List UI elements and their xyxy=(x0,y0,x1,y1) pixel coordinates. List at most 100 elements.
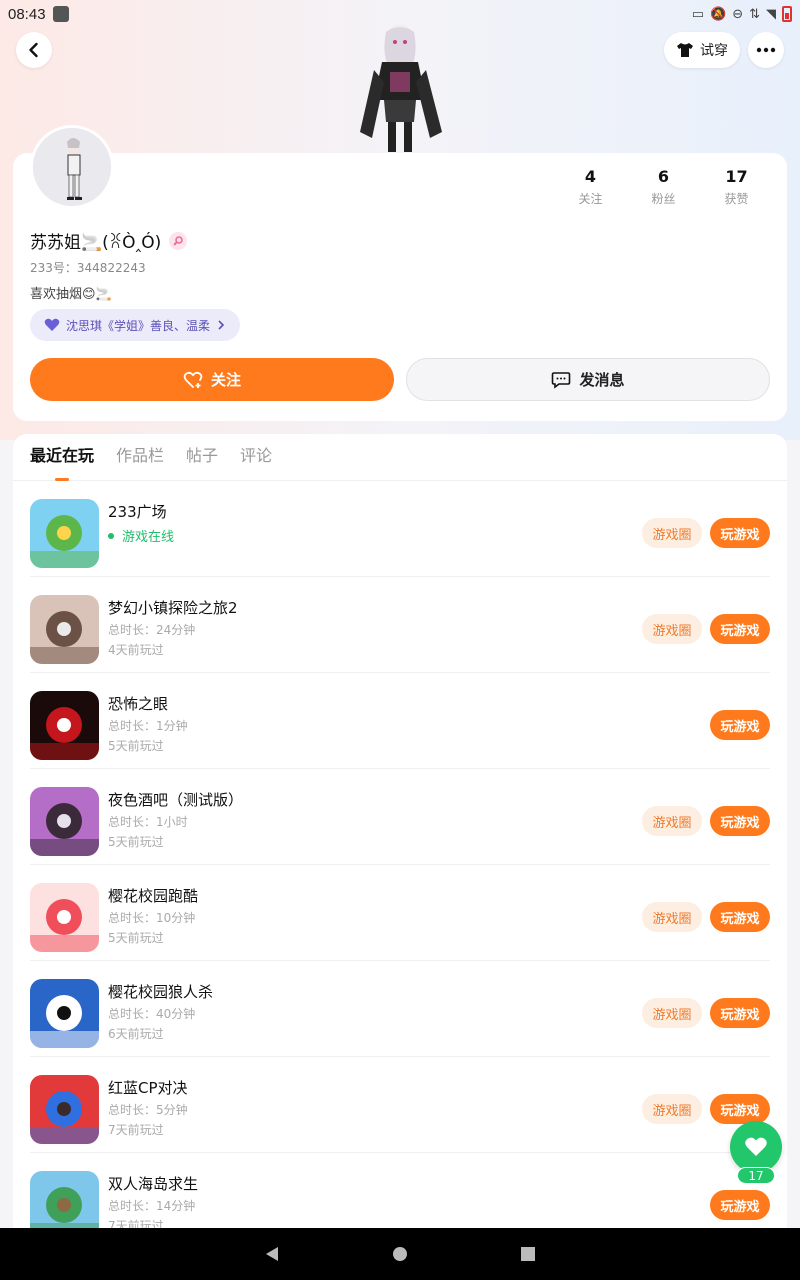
game-row[interactable]: 红蓝CP对决总时长：5分钟 7天前玩过 游戏圈 玩游戏 xyxy=(30,1057,770,1153)
stat-followers[interactable]: 6 粉丝 xyxy=(627,167,700,207)
back-button[interactable] xyxy=(16,32,52,68)
game-row[interactable]: 梦幻小镇探险之旅2 总时长：24分钟 4天前玩过 游戏圈 玩游戏 xyxy=(30,577,770,673)
play-game-button[interactable]: 玩游戏 xyxy=(710,1190,770,1220)
system-nav-bar xyxy=(0,1228,800,1280)
game-info: 樱花校园狼人杀 总时长：40分钟 6天前玩过 xyxy=(108,981,213,1042)
chevron-right-icon xyxy=(218,320,225,330)
game-icon[interactable] xyxy=(30,787,99,856)
nav-home-icon[interactable] xyxy=(391,1245,409,1263)
play-game-button[interactable]: 玩游戏 xyxy=(710,518,770,548)
game-circle-button[interactable]: 游戏圈 xyxy=(642,998,702,1028)
online-label: 游戏在线 xyxy=(122,530,175,545)
play-game-button[interactable]: 玩游戏 xyxy=(710,1094,770,1124)
status-icons: ▭ 🔕 ⊖ ⇅ ◥ xyxy=(692,6,792,22)
game-info: 樱花校园跑酷 总时长：10分钟 5天前玩过 xyxy=(108,885,198,946)
nickname-text: 苏苏姐🚬(ꐦÒ‸Ó) xyxy=(30,233,162,253)
game-row[interactable]: 樱花校园跑酷 总时长：10分钟 5天前玩过 游戏圈 玩游戏 xyxy=(30,865,770,961)
nickname: 苏苏姐🚬(ꐦÒ‸Ó) xyxy=(30,228,188,253)
last-played: 5天前玩过 xyxy=(108,739,164,753)
game-name: 红蓝CP对决 xyxy=(108,1079,188,1097)
avatar-image xyxy=(33,128,111,206)
last-played: 5天前玩过 xyxy=(108,835,164,849)
play-game-button[interactable]: 玩游戏 xyxy=(710,614,770,644)
heart-icon xyxy=(745,1137,767,1156)
game-icon[interactable] xyxy=(30,979,99,1048)
chevron-left-icon xyxy=(29,42,38,58)
role-tag[interactable]: 沈思琪《学姐》善良、温柔 xyxy=(30,309,241,341)
play-game-button[interactable]: 玩游戏 xyxy=(710,902,770,932)
game-icon-art xyxy=(30,499,99,568)
play-duration: 总时长：24分钟 xyxy=(108,623,196,637)
status-time: 08:43 xyxy=(8,5,46,23)
play-game-button[interactable]: 玩游戏 xyxy=(710,710,770,740)
heart-plus-icon xyxy=(183,371,203,388)
game-row[interactable]: 夜色酒吧（测试版） 总时长：1小时 5天前玩过 游戏圈 玩游戏 xyxy=(30,769,770,865)
game-icon[interactable] xyxy=(30,1075,99,1144)
game-row[interactable]: 233广场游戏在线 游戏圈 玩游戏 xyxy=(30,481,770,577)
game-row[interactable]: 恐怖之眼 总时长：1分钟 5天前玩过 玩游戏 xyxy=(30,673,770,769)
more-options-button[interactable] xyxy=(748,32,784,68)
last-played: 5天前玩过 xyxy=(108,931,164,945)
online-dot-icon xyxy=(108,532,114,539)
play-game-button[interactable]: 玩游戏 xyxy=(710,806,770,836)
last-played: 4天前玩过 xyxy=(108,643,164,657)
game-name: 梦幻小镇探险之旅2 xyxy=(108,599,238,617)
game-row[interactable]: 双人海岛求生 总时长：14分钟 7天前玩过 玩游戏 xyxy=(30,1153,770,1234)
last-played: 6天前玩过 xyxy=(108,1027,164,1041)
game-icon-art xyxy=(30,787,99,856)
game-icon-art xyxy=(30,1171,99,1234)
like-fab-button[interactable] xyxy=(730,1121,782,1173)
avatar[interactable] xyxy=(30,125,114,209)
role-tag-label: 沈思琪《学姐》善良、温柔 xyxy=(66,318,211,333)
game-circle-button[interactable]: 游戏圈 xyxy=(642,1094,702,1124)
play-duration: 总时长：5分钟 xyxy=(108,1103,188,1117)
stat-number: 6 xyxy=(657,167,670,186)
game-icon[interactable] xyxy=(30,1171,99,1234)
nav-back-icon[interactable] xyxy=(263,1245,281,1263)
game-row[interactable]: 樱花校园狼人杀 总时长：40分钟 6天前玩过 游戏圈 玩游戏 xyxy=(30,961,770,1057)
tshirt-icon xyxy=(677,43,693,57)
dnd-icon: ⊖ xyxy=(732,6,744,22)
game-circle-button[interactable]: 游戏圈 xyxy=(642,614,702,644)
game-info: 梦幻小镇探险之旅2 总时长：24分钟 4天前玩过 xyxy=(108,597,238,658)
tab-recent-played[interactable]: 最近在玩 xyxy=(30,434,94,481)
stat-following[interactable]: 4 关注 xyxy=(554,167,627,207)
cast-icon: ▭ xyxy=(691,6,704,22)
game-info: 红蓝CP对决总时长：5分钟 7天前玩过 xyxy=(108,1077,188,1138)
nav-recents-icon[interactable] xyxy=(519,1245,537,1263)
game-icon-art xyxy=(30,883,99,952)
game-info: 夜色酒吧（测试版） 总时长：1小时 5天前玩过 xyxy=(108,789,243,850)
game-icon[interactable] xyxy=(30,691,99,760)
game-list: 233广场 游戏在线 游戏圈 玩游戏 梦幻小镇探险之旅2 总时长：24分钟 4天前玩过 游戏圈… xyxy=(13,481,787,1234)
play-duration: 总时长：14分钟 xyxy=(108,1199,196,1213)
game-icon-art xyxy=(30,1075,99,1144)
stat-label: 关注 xyxy=(578,192,603,206)
game-circle-button[interactable]: 游戏圈 xyxy=(642,806,702,836)
play-duration: 总时长：40分钟 xyxy=(108,1007,196,1021)
mute-icon: 🔕 xyxy=(710,6,727,22)
online-status: 游戏在线 xyxy=(108,526,174,545)
more-dots-icon xyxy=(756,47,776,53)
follow-button[interactable]: 关注 xyxy=(30,358,394,401)
game-circle-button[interactable]: 游戏圈 xyxy=(642,518,702,548)
game-icon[interactable] xyxy=(30,499,99,568)
message-button[interactable]: 发消息 xyxy=(406,358,770,401)
game-name: 双人海岛求生 xyxy=(108,1175,199,1193)
user-id: 233号：344822243 xyxy=(30,261,146,275)
last-played: 7天前玩过 xyxy=(108,1123,164,1137)
notification-icon xyxy=(52,6,69,22)
game-icon-art xyxy=(30,595,99,664)
game-icon[interactable] xyxy=(30,595,99,664)
stat-likes[interactable]: 17 获赞 xyxy=(700,167,773,207)
play-duration: 总时长：1分钟 xyxy=(108,719,188,733)
tab-comments[interactable]: 评论 xyxy=(240,434,272,481)
tab-posts[interactable]: 帖子 xyxy=(186,434,218,481)
tab-works[interactable]: 作品栏 xyxy=(116,434,164,481)
game-info: 双人海岛求生 总时长：14分钟 7天前玩过 xyxy=(108,1173,198,1234)
game-icon[interactable] xyxy=(30,883,99,952)
game-name: 233广场 xyxy=(108,503,167,521)
try-on-button[interactable]: 试穿 xyxy=(664,32,740,68)
game-circle-button[interactable]: 游戏圈 xyxy=(642,902,702,932)
play-game-button[interactable]: 玩游戏 xyxy=(710,998,770,1028)
message-label: 发消息 xyxy=(579,371,625,389)
